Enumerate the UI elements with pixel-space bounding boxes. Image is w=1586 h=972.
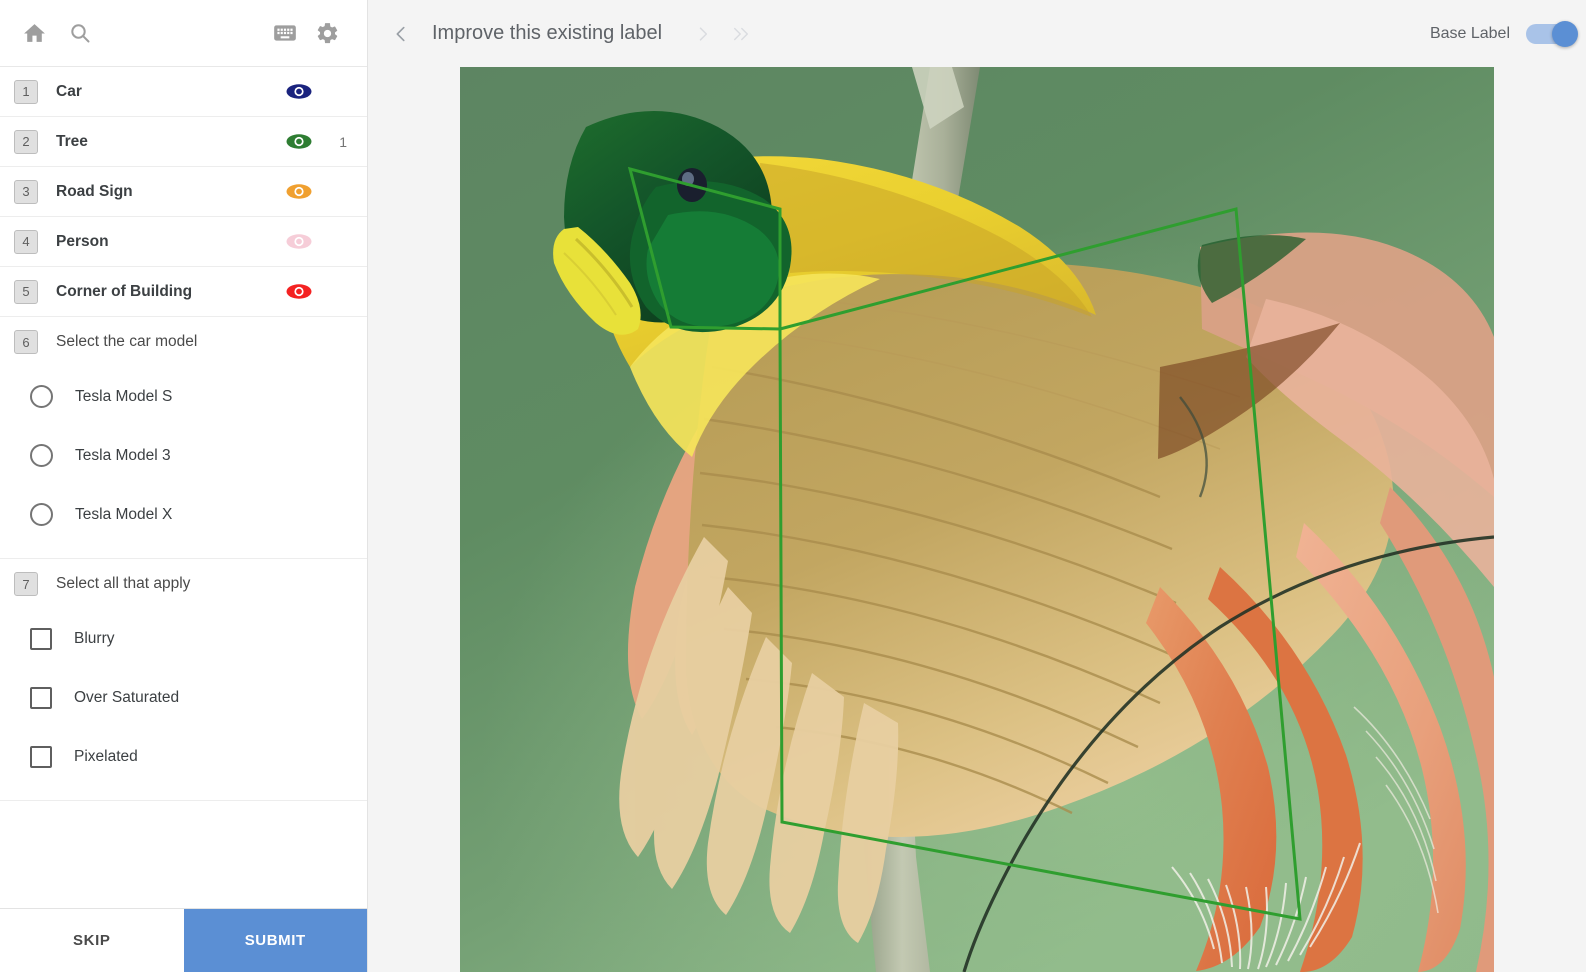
checkbox-icon[interactable] — [30, 627, 52, 650]
visibility-eye-icon[interactable] — [285, 183, 313, 201]
label-row-car[interactable]: 1 Car — [0, 67, 367, 117]
main-panel: Improve this existing label Base Label — [368, 0, 1586, 972]
label-list: 1 Car 2 Tree 1 3 Road Sign 4 Person 5 Co… — [0, 67, 367, 317]
label-row-road-sign[interactable]: 3 Road Sign — [0, 167, 367, 217]
question-header: 7 Select all that apply — [0, 559, 367, 609]
option-label: Tesla Model S — [75, 387, 173, 405]
option-label: Tesla Model X — [75, 505, 173, 523]
question-prompt: Select the car model — [56, 333, 198, 350]
radio-icon[interactable] — [30, 444, 53, 467]
visibility-eye-icon[interactable] — [285, 233, 313, 251]
checkbox-option-pixelated[interactable]: Pixelated — [0, 727, 367, 786]
label-name: Road Sign — [56, 182, 133, 200]
label-index-badge: 3 — [14, 179, 38, 204]
sidebar-empty-space — [0, 801, 367, 908]
home-icon[interactable] — [14, 13, 54, 53]
checkbox-icon[interactable] — [30, 745, 52, 768]
search-icon[interactable] — [60, 13, 100, 53]
option-label: Over Saturated — [74, 688, 180, 706]
checkbox-option-blurry[interactable]: Blurry — [0, 609, 367, 668]
label-index-badge: 1 — [14, 79, 38, 104]
label-name: Corner of Building — [56, 282, 193, 300]
annotation-canvas[interactable] — [368, 67, 1586, 972]
option-label: Blurry — [74, 629, 115, 647]
question-group-car-model: 6 Select the car model Tesla Model S Tes… — [0, 317, 367, 559]
radio-icon[interactable] — [30, 503, 53, 526]
option-label: Pixelated — [74, 747, 138, 765]
label-count: 1 — [339, 133, 347, 150]
chevron-left-icon[interactable] — [382, 15, 420, 53]
label-index-badge: 4 — [14, 229, 38, 254]
sidebar-toolbar — [0, 0, 367, 67]
visibility-eye-icon[interactable] — [285, 83, 313, 101]
question-index-badge: 6 — [14, 330, 38, 354]
top-toolbar: Improve this existing label Base Label — [368, 0, 1586, 67]
checkbox-option-over-saturated[interactable]: Over Saturated — [0, 668, 367, 727]
label-index-badge: 2 — [14, 129, 38, 154]
label-row-tree[interactable]: 2 Tree 1 — [0, 117, 367, 167]
question-header: 6 Select the car model — [0, 317, 367, 367]
option-label: Tesla Model 3 — [75, 446, 171, 464]
label-index-badge: 5 — [14, 279, 38, 304]
page-title: Improve this existing label — [432, 22, 663, 44]
app-root: 1 Car 2 Tree 1 3 Road Sign 4 Person 5 Co… — [0, 0, 1586, 972]
annotation-overlay[interactable] — [460, 67, 1494, 972]
sidebar: 1 Car 2 Tree 1 3 Road Sign 4 Person 5 Co… — [0, 0, 368, 972]
head-polygon[interactable] — [627, 166, 782, 331]
label-row-corner-of-building[interactable]: 5 Corner of Building — [0, 267, 367, 317]
base-label-toggle[interactable] — [1526, 20, 1578, 47]
radio-option-tesla-model-3[interactable]: Tesla Model 3 — [0, 426, 367, 485]
question-index-badge: 7 — [14, 572, 38, 596]
submit-button[interactable]: SUBMIT — [183, 909, 367, 972]
sidebar-actions: SKIP SUBMIT — [0, 908, 367, 972]
label-name: Car — [56, 82, 82, 100]
radio-option-tesla-model-s[interactable]: Tesla Model S — [0, 367, 367, 426]
label-name: Tree — [56, 132, 88, 150]
label-name: Person — [56, 232, 109, 250]
label-row-person[interactable]: 4 Person — [0, 217, 367, 267]
base-label-text: Base Label — [1429, 24, 1510, 42]
visibility-eye-icon[interactable] — [285, 283, 313, 301]
question-group-select-all-that-apply: 7 Select all that apply Blurry Over Satu… — [0, 559, 367, 801]
skip-button[interactable]: SKIP — [0, 909, 184, 972]
chevron-right-icon[interactable] — [684, 15, 722, 53]
chevron-double-right-icon[interactable] — [722, 15, 760, 53]
question-prompt: Select all that apply — [56, 575, 191, 592]
gear-icon[interactable] — [307, 13, 347, 53]
radio-option-tesla-model-x[interactable]: Tesla Model X — [0, 485, 367, 544]
radio-icon[interactable] — [30, 385, 53, 408]
body-polygon[interactable] — [778, 207, 1302, 921]
keyboard-icon[interactable] — [265, 13, 305, 53]
checkbox-icon[interactable] — [30, 686, 52, 709]
image-stage[interactable] — [460, 67, 1494, 972]
toggle-knob — [1552, 20, 1578, 47]
visibility-eye-icon[interactable] — [285, 133, 313, 151]
